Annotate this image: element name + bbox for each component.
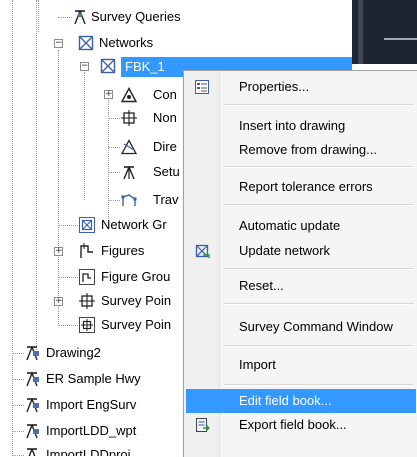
tree-item-label: Setu bbox=[153, 164, 180, 179]
properties-icon bbox=[195, 80, 209, 94]
tree-item-label: Survey Poin bbox=[101, 317, 172, 332]
menu-item-edit-field-book[interactable]: Edit field book... bbox=[186, 389, 416, 413]
tree-item-networks[interactable]: − Networks bbox=[0, 32, 352, 54]
tree-item-label: Non bbox=[153, 110, 177, 125]
context-menu: Properties... Insert into drawing Remove… bbox=[183, 70, 417, 457]
tree-item-network-groups[interactable]: Network Gr bbox=[0, 214, 183, 236]
control-points-icon bbox=[121, 87, 137, 103]
expand-icon[interactable]: + bbox=[54, 247, 63, 256]
drawing-viewport[interactable] bbox=[352, 0, 417, 64]
menu-separator bbox=[224, 166, 414, 168]
tree-item-label: ER Sample Hwy bbox=[46, 371, 141, 386]
menu-item-report-tolerance-errors[interactable]: Report tolerance errors bbox=[186, 175, 416, 199]
tree-item-import-engsurv[interactable]: Import EngSurv bbox=[0, 394, 183, 416]
tree-item-setups[interactable]: Setu bbox=[0, 161, 183, 183]
figure-groups-icon bbox=[79, 269, 95, 285]
expand-icon[interactable]: + bbox=[104, 90, 113, 99]
menu-item-survey-command-window[interactable]: Survey Command Window bbox=[186, 315, 416, 339]
network-groups-icon bbox=[79, 217, 95, 233]
tree-item-er-sample-hwy[interactable]: ER Sample Hwy bbox=[0, 368, 183, 390]
menu-separator bbox=[224, 303, 414, 305]
menu-separator bbox=[224, 345, 414, 347]
drawing-icon bbox=[26, 424, 39, 439]
menu-item-properties[interactable]: Properties... bbox=[186, 75, 416, 99]
directions-icon bbox=[121, 139, 137, 155]
expand-icon[interactable]: + bbox=[54, 297, 63, 306]
tree-item-label: Dire bbox=[153, 139, 177, 154]
tree-item-label: Survey Queries bbox=[91, 9, 181, 24]
menu-separator bbox=[224, 268, 414, 270]
tree-item-survey-points[interactable]: + Survey Poin bbox=[0, 290, 183, 312]
tree-item-directions[interactable]: Dire bbox=[0, 136, 183, 158]
tree-item-label: ImportLDD_wpt bbox=[46, 423, 137, 438]
networks-icon bbox=[78, 35, 94, 51]
tree-item-label: Import EngSurv bbox=[46, 397, 137, 412]
menu-item-export-field-book[interactable]: Export field book... bbox=[186, 413, 416, 437]
tree-item-survey-point-groups[interactable]: Survey Poin bbox=[0, 314, 183, 336]
tree-item-traverses[interactable]: Trav bbox=[0, 189, 183, 211]
menu-item-automatic-update[interactable]: Automatic update bbox=[186, 214, 416, 238]
tree-item-label: ImportLDDproi bbox=[46, 447, 131, 456]
drawing-icon bbox=[26, 372, 39, 387]
tree-item-importlddproj[interactable]: ImportLDDproi bbox=[0, 444, 183, 456]
menu-item-import[interactable]: Import bbox=[186, 353, 416, 377]
network-icon bbox=[100, 58, 116, 74]
update-network-icon bbox=[195, 244, 210, 258]
drawing-icon bbox=[26, 346, 39, 361]
menu-separator bbox=[224, 104, 414, 106]
tree-item-survey-queries[interactable]: Survey Queries bbox=[0, 6, 352, 28]
menu-separator bbox=[224, 384, 414, 386]
figures-icon bbox=[80, 243, 93, 258]
menu-separator bbox=[224, 204, 414, 206]
non-control-points-icon bbox=[121, 110, 137, 126]
tree-item-label: Trav bbox=[153, 192, 179, 207]
setups-icon bbox=[123, 166, 135, 180]
tree-item-label: Figures bbox=[101, 243, 145, 258]
collapse-icon[interactable]: − bbox=[54, 39, 63, 48]
export-field-book-icon bbox=[196, 418, 210, 432]
tree-item-importldd-wpt[interactable]: ImportLDD_wpt bbox=[0, 420, 183, 442]
tree-item-figure-groups[interactable]: Figure Grou bbox=[0, 266, 183, 288]
tree-item-label: Networks bbox=[99, 35, 154, 50]
tree-item-label: Con bbox=[153, 87, 177, 102]
tree-item-control-points[interactable]: + Con bbox=[0, 84, 183, 106]
menu-item-remove-from-drawing[interactable]: Remove from drawing... bbox=[186, 138, 416, 162]
menu-item-insert-into-drawing[interactable]: Insert into drawing bbox=[186, 114, 416, 138]
traverses-icon bbox=[121, 194, 137, 206]
tree-item-figures[interactable]: + Figures bbox=[0, 240, 183, 262]
tree-item-label: Figure Grou bbox=[101, 269, 171, 284]
survey-points-icon bbox=[79, 293, 95, 309]
tree-item-label: Survey Poin bbox=[101, 293, 172, 308]
menu-item-reset[interactable]: Reset... bbox=[186, 274, 416, 298]
drawing-icon bbox=[27, 448, 37, 456]
collapse-icon[interactable]: − bbox=[80, 62, 89, 71]
tree-item-label: FBK_1 bbox=[125, 59, 165, 74]
tree-item-non-control-points[interactable]: Non bbox=[0, 107, 183, 129]
drawing-icon bbox=[26, 398, 39, 413]
tree-item-label: Network Gr bbox=[101, 217, 167, 232]
menu-item-update-network[interactable]: Update network bbox=[186, 239, 416, 263]
survey-queries-icon bbox=[74, 10, 86, 25]
tree-item-drawing2[interactable]: Drawing2 bbox=[0, 342, 183, 364]
tree-item-label: Drawing2 bbox=[46, 345, 101, 360]
survey-point-groups-icon bbox=[79, 317, 95, 333]
